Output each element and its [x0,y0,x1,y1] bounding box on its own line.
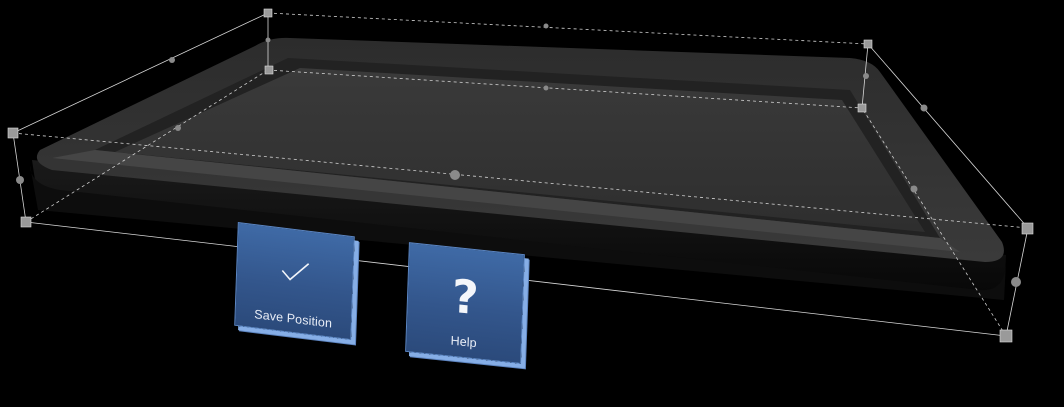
question-mark-icon: ? [450,268,480,326]
save-position-button[interactable]: Save Position [234,222,355,340]
help-button[interactable]: ? Help [405,242,525,364]
corner-handle [20,216,32,228]
corner-handle [999,329,1013,343]
edge-handle [863,73,869,79]
corner-handle [7,127,19,139]
corner-handle [857,103,867,113]
corner-handle [263,8,273,18]
holographic-scene: Save Position ? Help [0,0,1064,402]
edge-handle [920,104,928,112]
edge-handle [169,57,175,63]
corner-handle [264,65,274,75]
edge-handle [16,176,24,184]
edge-handle [450,170,460,180]
edge-handle [910,185,918,193]
corner-handle [863,39,873,49]
edge-handle [175,125,181,131]
edge-handle [543,23,549,29]
corner-handle [1021,222,1034,235]
edge-handle [543,85,549,91]
slate-bounding-box[interactable] [0,0,1064,402]
checkmark-icon [236,223,354,319]
edge-handle [1011,277,1021,287]
help-label: Help [450,333,477,351]
edge-handle [265,37,271,43]
